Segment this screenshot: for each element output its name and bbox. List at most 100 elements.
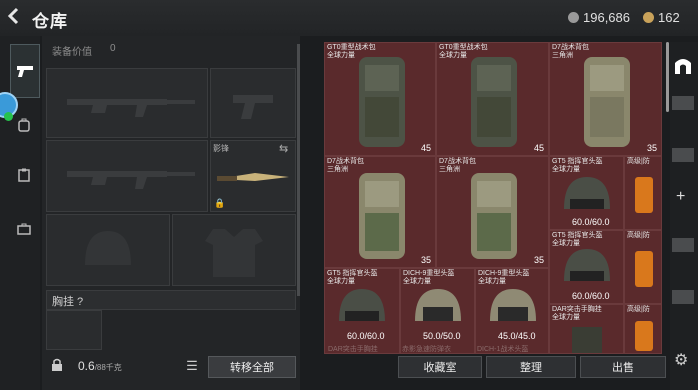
item-name: GT5 指挥官头盔 全球力量 [327,270,378,285]
inventory-item[interactable]: 高级|防 [624,304,662,354]
chest-rig-header[interactable] [46,290,296,310]
helmet-silhouette-icon [85,231,131,265]
inventory-item[interactable]: DICH-9重型头盔 全球力量 45.0/45.0 [475,268,549,354]
inventory-grid: GT0重型战术包 全球力量 45 GT0重型战术包 全球力量 45 D7战术背包 三角… [324,42,662,354]
helmet-icon [490,289,536,321]
archway-icon[interactable] [672,54,694,76]
equipment-value: 0 [110,43,116,54]
gear-icon[interactable]: ⚙ [674,350,688,370]
inventory-item[interactable]: DICH-9重型头盔 全球力量 50.0/50.0 [400,268,475,354]
inventory-item[interactable]: D7战术背包 三角洲 35 [549,42,662,156]
item-durability: 60.0/60.0 [572,217,610,227]
notification-dot [4,112,13,121]
currency-standard: 196,686 [568,10,630,25]
item-count: 35 [646,143,657,153]
item-durability: 45.0/45.0 [498,331,536,341]
currency-standard-value: 196,686 [583,10,630,25]
item-name: DAR突击手胸挂 全球力量 [552,306,602,321]
page-title: 仓库 [32,12,68,31]
inventory-scrollbar[interactable] [666,42,669,112]
tab-tasks[interactable] [10,152,38,198]
item-name-partial: DAR突击手胸挂 [328,346,378,353]
backpack-icon [471,57,517,147]
rifle-silhouette-icon [67,171,195,189]
slot-secondary-weapon[interactable] [46,140,208,212]
item-name: 高级|防 [627,158,650,165]
sell-button[interactable]: 出售 [580,356,666,378]
item-name-partial: DICH-1战术头盔 [477,346,529,353]
sort-button[interactable]: 整理 [486,356,576,378]
armor-silhouette-icon [205,229,263,277]
tab-weapons[interactable] [10,44,40,98]
slot-pistol[interactable] [210,68,296,138]
plus-icon[interactable]: + [676,188,685,206]
equipment-scrollbar[interactable] [297,44,300,296]
carry-weight-value: 0.6 [78,359,95,373]
clipboard-icon [18,168,30,182]
inventory-item[interactable]: GT0重型战术包 全球力量 45 [436,42,549,156]
currency-premium: 162 [643,10,680,25]
helmet-icon [564,177,610,209]
inventory-item[interactable]: GT5 指挥官头盔 全球力量 60.0/60.0 [549,230,624,304]
item-name: DICH-9重型头盔 全球力量 [478,270,530,285]
helmet-icon [415,289,461,321]
armor-plate-icon [635,251,653,287]
currency-premium-value: 162 [658,10,680,25]
inventory-item[interactable]: GT0重型战术包 全球力量 45 [324,42,436,156]
backpack-icon [359,57,405,147]
slot-helmet[interactable] [46,214,170,286]
gold-coin-icon [643,12,654,23]
carry-weight: 0.6/88千克 [78,359,122,373]
coin-icon [568,12,579,23]
backpack-icon [359,173,405,259]
right-sidebar [670,42,698,390]
backpack-icon [584,57,630,147]
item-count: 35 [533,255,544,265]
storage-tab[interactable] [672,148,694,162]
favorites-button[interactable]: 收藏室 [398,356,482,378]
pistol-silhouette-icon [233,95,273,119]
equipment-value-label: 装备价值 [52,47,92,58]
storage-tab[interactable] [672,238,694,252]
armor-plate-icon [635,177,653,213]
inventory-item[interactable]: 高级|防 [624,156,662,230]
item-name-partial: 赤影急速防弹衣 [402,346,451,353]
item-durability: 60.0/60.0 [347,331,385,341]
swap-icon[interactable]: ⇆ [279,142,288,155]
item-durability: 60.0/60.0 [572,291,610,301]
carry-weight-max: /88千克 [94,363,122,372]
inventory-item[interactable]: D7战术背包 三角洲 35 [324,156,436,268]
weight-lock-icon [50,358,64,372]
item-name: DICH-9重型头盔 全球力量 [403,270,455,285]
item-durability: 50.0/50.0 [423,331,461,341]
slot-primary-weapon[interactable] [46,68,208,138]
slot-body-armor[interactable] [172,214,296,286]
storage-tab[interactable] [672,96,694,110]
item-count: 35 [420,255,431,265]
lock-icon: 🔒 [214,198,226,208]
pistol-icon [17,66,33,77]
helmet-icon [564,249,610,281]
chest-rig-icon [572,327,602,353]
list-icon[interactable]: ☰ [182,356,202,376]
item-count: 45 [420,143,431,153]
melee-name: 影锋 [213,144,229,153]
item-count: 45 [533,143,544,153]
inventory-item[interactable]: D7战术背包 三角洲 35 [436,156,549,268]
rifle-silhouette-icon [67,99,195,117]
inventory-item[interactable]: DAR突击手胸挂 全球力量 [549,304,624,354]
item-name: 高级|防 [627,232,650,239]
chest-rig-label: 胸挂 ? [52,296,84,308]
backpack-icon [471,173,517,259]
inventory-item[interactable]: GT5 指挥官头盔 全球力量 60.0/60.0 [324,268,400,354]
back-icon[interactable] [6,6,26,28]
inventory-item[interactable]: 高级|防 [624,230,662,304]
item-name: GT5 指挥官头盔 全球力量 [552,158,603,173]
helmet-icon [339,289,385,321]
tab-case[interactable] [10,206,38,252]
move-all-button[interactable]: 转移全部 [208,356,296,378]
armor-plate-icon [635,321,653,351]
inventory-item[interactable]: GT5 指挥官头盔 全球力量 60.0/60.0 [549,156,624,230]
slot-chest-rig[interactable] [46,310,102,350]
storage-tab[interactable] [672,290,694,304]
